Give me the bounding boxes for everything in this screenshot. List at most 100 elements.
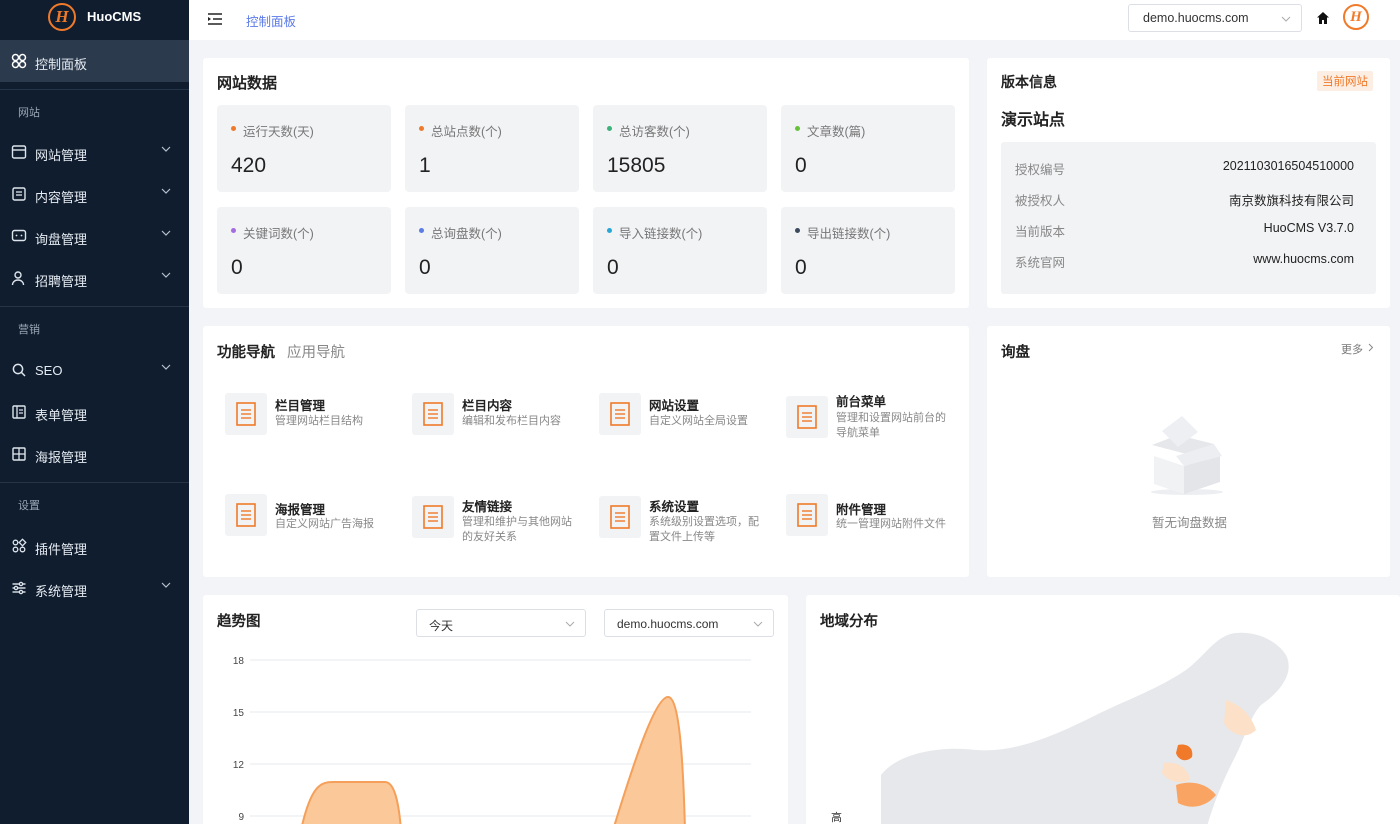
function-item[interactable]: 栏目管理 管理网站栏目结构 — [225, 393, 405, 453]
divider — [0, 306, 189, 307]
function-item[interactable]: 栏目内容 编辑和发布栏目内容 — [412, 393, 592, 453]
info-key: 系统官网 — [1015, 256, 1066, 270]
stat-value: 0 — [795, 154, 807, 177]
stat-card: 关键词数(个) 0 — [217, 207, 391, 294]
region-title: 地域分布 — [820, 614, 878, 630]
menu-fold-icon[interactable] — [207, 11, 223, 27]
tab-app-nav[interactable]: 应用导航 — [287, 341, 345, 362]
function-title: 海报管理 — [275, 503, 326, 517]
empty-box-icon — [1151, 416, 1223, 495]
status-dot — [795, 228, 800, 233]
site-select[interactable]: demo.huocms.com — [1128, 4, 1302, 32]
app-name: HuoCMS — [87, 9, 142, 24]
stat-card: 运行天数(天) 420 — [217, 105, 391, 192]
window-icon — [11, 145, 27, 159]
avatar-icon[interactable]: H — [1343, 4, 1369, 30]
stat-label: 总询盘数(个) — [431, 227, 502, 241]
stat-value: 0 — [419, 256, 431, 279]
sidebar-item-site-management[interactable]: 网站管理 — [0, 131, 189, 173]
function-desc: 统一管理网站附件文件 — [836, 518, 946, 530]
stat-label: 导出链接数(个) — [807, 227, 891, 241]
sidebar-item-form-management[interactable]: 表单管理 — [0, 391, 189, 433]
sidebar-item-label: 内容管理 — [35, 190, 88, 205]
function-item[interactable]: 海报管理 自定义网站广告海报 — [225, 494, 405, 554]
stat-label: 总访客数(个) — [619, 125, 690, 139]
chevron-down-icon — [753, 621, 763, 627]
sidebar-item-label: 询盘管理 — [35, 232, 88, 247]
trend-title: 趋势图 — [217, 614, 261, 630]
function-desc: 管理和维护与其他网站的友好关系 — [462, 516, 572, 543]
stat-label: 运行天数(天) — [243, 125, 314, 139]
chevron-right-icon[interactable] — [1367, 343, 1375, 352]
sidebar-item-poster-management[interactable]: 海报管理 — [0, 433, 189, 475]
function-item[interactable]: 友情链接 管理和维护与其他网站的友好关系 — [412, 494, 592, 554]
area-series-2 — [613, 695, 686, 824]
status-dot — [795, 126, 800, 131]
china-map — [881, 632, 1289, 824]
function-item[interactable]: 前台菜单 管理和设置网站前台的导航菜单 — [786, 393, 966, 453]
trend-site-select[interactable]: demo.huocms.com — [604, 609, 774, 637]
stat-card: 导出链接数(个) 0 — [781, 207, 955, 294]
stat-value: 15805 — [607, 154, 666, 177]
function-title: 友情链接 — [462, 500, 513, 514]
function-item[interactable]: 系统设置 系统级别设置选项，配置文件上传等 — [599, 494, 779, 554]
tab-function-nav[interactable]: 功能导航 — [217, 341, 275, 362]
function-title: 前台菜单 — [836, 395, 887, 409]
function-title: 栏目管理 — [275, 399, 326, 413]
status-dot — [607, 126, 612, 131]
document-icon — [412, 496, 454, 538]
search-icon — [12, 363, 26, 377]
site-name: 演示站点 — [1001, 112, 1066, 129]
stat-card: 总访客数(个) 15805 — [593, 105, 767, 192]
user-icon — [11, 271, 25, 286]
stat-label: 总站点数(个) — [431, 125, 502, 139]
range-select-value: 今天 — [429, 619, 454, 633]
sidebar-item-system-management[interactable]: 系统管理 — [0, 567, 189, 609]
sidebar-item-label: 网站管理 — [35, 148, 88, 163]
more-link[interactable]: 更多 — [1341, 341, 1363, 357]
stat-value: 420 — [231, 154, 267, 177]
chevron-down-icon — [1281, 16, 1291, 22]
breadcrumb[interactable]: 控制面板 — [246, 11, 296, 30]
stat-value: 0 — [795, 256, 807, 279]
sidebar-item-dashboard[interactable]: 控制面板 — [0, 40, 189, 82]
sidebar-item-inquiry-management[interactable]: 询盘管理 — [0, 215, 189, 257]
function-item[interactable]: 附件管理 统一管理网站附件文件 — [786, 494, 966, 554]
sidebar-item-seo[interactable]: SEO — [0, 349, 189, 391]
site-data-title: 网站数据 — [217, 75, 278, 92]
function-desc: 自定义网站广告海报 — [275, 518, 374, 530]
sidebar-item-plugin-management[interactable]: 插件管理 — [0, 525, 189, 567]
sliders-icon — [12, 581, 26, 595]
document-icon — [599, 393, 641, 435]
function-desc: 自定义网站全局设置 — [649, 415, 748, 427]
document-icon — [786, 396, 828, 438]
sidebar-item-label: 系统管理 — [35, 584, 88, 599]
sidebar-item-content-management[interactable]: 内容管理 — [0, 173, 189, 215]
sidebar-item-label: SEO — [35, 363, 63, 378]
sidebar-item-recruitment-management[interactable]: 招聘管理 — [0, 257, 189, 299]
stat-card: 导入链接数(个) 0 — [593, 207, 767, 294]
status-dot — [419, 126, 424, 131]
function-desc: 管理和设置网站前台的导航菜单 — [836, 412, 946, 439]
function-title: 附件管理 — [836, 503, 887, 517]
y-tick-label: 12 — [233, 760, 245, 771]
area-series-1 — [301, 781, 402, 824]
info-value: HuoCMS V3.7.0 — [1263, 221, 1354, 235]
legend-high-label: 高 — [831, 812, 842, 824]
range-select[interactable]: 今天 — [416, 609, 586, 637]
stat-label: 导入链接数(个) — [619, 227, 703, 241]
chevron-down-icon — [161, 364, 171, 370]
stat-value: 0 — [231, 256, 243, 279]
home-icon[interactable] — [1316, 11, 1330, 25]
version-title: 版本信息 — [1001, 74, 1057, 90]
grid-icon — [12, 447, 26, 461]
chevron-down-icon — [161, 582, 171, 588]
status-dot — [419, 228, 424, 233]
document-icon — [225, 494, 267, 536]
function-item[interactable]: 网站设置 自定义网站全局设置 — [599, 393, 779, 453]
function-title: 栏目内容 — [462, 399, 513, 413]
form-icon — [12, 405, 26, 419]
info-value: www.huocms.com — [1253, 252, 1354, 266]
logo[interactable]: H HuoCMS — [0, 0, 189, 36]
function-title: 系统设置 — [649, 500, 700, 514]
